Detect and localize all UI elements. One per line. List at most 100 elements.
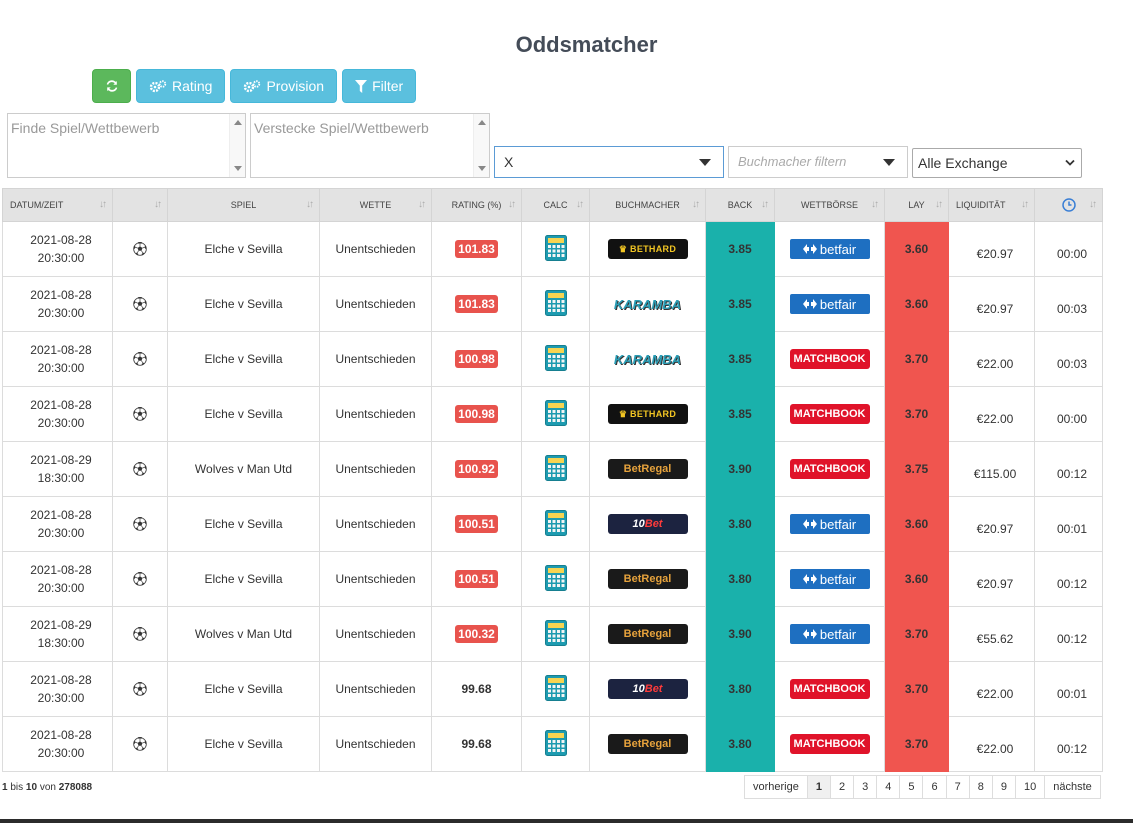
pagination-page-button[interactable]: 5 (899, 775, 924, 799)
bookmaker-cell[interactable]: KARAMBA (589, 331, 706, 387)
header-wettboerse[interactable]: Wettbörse ↓↑ (774, 188, 885, 222)
sort-icon: ↓↑ (692, 199, 700, 210)
calc-cell[interactable] (521, 661, 590, 717)
hide-game-textarea[interactable]: Verstecke Spiel/Wettbewerb (250, 113, 490, 178)
exchange-cell[interactable]: betfair (774, 606, 885, 662)
textarea-scrollbar[interactable] (229, 114, 245, 177)
table-row: 2021-08-28 20:30:00 Elche v Sevilla Unentsc… (2, 551, 1103, 607)
header-datum[interactable]: Datum/Zeit ↓↑ (2, 188, 113, 222)
calculator-icon (544, 344, 567, 371)
header-rating[interactable]: Rating (%) ↓↑ (431, 188, 522, 222)
back-odds-cell: 3.90 (705, 441, 775, 497)
calc-cell[interactable] (521, 716, 590, 772)
header-spiel[interactable]: Spiel ↓↑ (167, 188, 320, 222)
date-cell: 2021-08-28 20:30:00 (2, 661, 113, 717)
provision-button[interactable]: Provision (230, 69, 338, 103)
exchange-cell[interactable]: betfair (774, 551, 885, 607)
exchange-logo: MATCHBOOK (789, 679, 870, 699)
back-odds-cell: 3.90 (705, 606, 775, 662)
lay-odds-cell: 3.70 (884, 661, 949, 717)
filter-button[interactable]: Filter (342, 69, 417, 103)
bookmaker-cell[interactable]: KARAMBA (589, 276, 706, 332)
pagination-page-button[interactable]: 3 (853, 775, 878, 799)
pagination-prev-button[interactable]: vorherige (744, 775, 808, 799)
header-lay[interactable]: Lay ↓↑ (884, 188, 949, 222)
exchange-cell[interactable]: MATCHBOOK (774, 441, 885, 497)
pagination-page-button[interactable]: 1 (806, 775, 831, 799)
calc-cell[interactable] (521, 221, 590, 277)
age-cell: 00:12 (1034, 551, 1103, 607)
calc-cell[interactable] (521, 441, 590, 497)
calc-cell[interactable] (521, 331, 590, 387)
bet-cell: Unentschieden (319, 551, 432, 607)
rating-cell: 101.83 (431, 276, 522, 332)
pagination-page-button[interactable]: 4 (876, 775, 901, 799)
calc-cell[interactable] (521, 276, 590, 332)
bookmaker-filter-select[interactable]: Buchmacher filtern (728, 146, 908, 178)
bookmaker-logo: BetRegal (607, 624, 688, 644)
rating-badge: 100.51 (455, 570, 498, 588)
header-calc[interactable]: Calc ↓↑ (521, 188, 590, 222)
bookmaker-cell[interactable]: 10 Bet (589, 496, 706, 552)
calc-cell[interactable] (521, 386, 590, 442)
game-cell: Wolves v Man Utd (167, 606, 320, 662)
pagination-page-button[interactable]: 9 (991, 775, 1016, 799)
exchange-cell[interactable]: betfair (774, 276, 885, 332)
header-sport[interactable]: ↓↑ (112, 188, 168, 222)
header-liquiditaet[interactable]: Liquidität ↓↑ (948, 188, 1035, 222)
bookmaker-cell[interactable]: BetRegal (589, 441, 706, 497)
liquidity-cell: €22.00 (948, 386, 1035, 442)
pagination-next-button[interactable]: nächste (1044, 775, 1101, 799)
bookmaker-logo: ♛ BETHARD (607, 239, 688, 259)
exchange-cell[interactable]: betfair (774, 496, 885, 552)
exchange-cell[interactable]: MATCHBOOK (774, 661, 885, 717)
time-text: 20:30:00 (37, 526, 85, 540)
bet-type-select[interactable]: X (494, 146, 724, 178)
exchange-logo: MATCHBOOK (789, 349, 870, 369)
header-time[interactable]: ↓↑ (1034, 188, 1103, 222)
calc-cell[interactable] (521, 606, 590, 662)
game-cell: Elche v Sevilla (167, 331, 320, 387)
exchange-cell[interactable]: MATCHBOOK (774, 716, 885, 772)
bookmaker-cell[interactable]: BetRegal (589, 716, 706, 772)
bookmaker-logo: BetRegal (607, 734, 688, 754)
calc-cell[interactable] (521, 496, 590, 552)
betfair-arrows-icon (802, 519, 817, 529)
header-back[interactable]: Back ↓↑ (705, 188, 775, 222)
calc-cell[interactable] (521, 551, 590, 607)
date-text: 2021-08-28 (30, 288, 92, 302)
sport-cell (112, 331, 168, 387)
bookmaker-cell[interactable]: 10 Bet (589, 661, 706, 717)
pagination: vorherige 1 2 3 4 5 6 7 8 9 10 nächste (744, 775, 1101, 799)
find-game-textarea[interactable]: Finde Spiel/Wettbewerb (7, 113, 246, 178)
date-cell: 2021-08-28 20:30:00 (2, 386, 113, 442)
exchange-select[interactable]: Alle Exchange (912, 148, 1082, 178)
betfair-arrows-icon (802, 574, 817, 584)
pagination-page-button[interactable]: 2 (829, 775, 855, 799)
pagination-page-button[interactable]: 7 (945, 775, 970, 799)
bookmaker-logo: 10 Bet (607, 514, 688, 534)
rating-cell: 100.92 (431, 441, 522, 497)
header-buchmacher[interactable]: Buchmacher ↓↑ (589, 188, 706, 222)
exchange-cell[interactable]: MATCHBOOK (774, 386, 885, 442)
bookmaker-cell[interactable]: ♛ BETHARD (589, 221, 706, 277)
bookmaker-filter-placeholder: Buchmacher filtern (738, 154, 847, 169)
exchange-cell[interactable]: betfair (774, 221, 885, 277)
refresh-button[interactable] (92, 69, 131, 103)
exchange-cell[interactable]: MATCHBOOK (774, 331, 885, 387)
textarea-scrollbar[interactable] (473, 114, 489, 177)
game-cell: Elche v Sevilla (167, 221, 320, 277)
pagination-page-button[interactable]: 6 (922, 775, 947, 799)
bookmaker-cell[interactable]: ♛ BETHARD (589, 386, 706, 442)
bookmaker-cell[interactable]: BetRegal (589, 606, 706, 662)
header-wette[interactable]: Wette ↓↑ (319, 188, 432, 222)
pagination-page-button[interactable]: 10 (1014, 775, 1046, 799)
bookmaker-cell[interactable]: BetRegal (589, 551, 706, 607)
liquidity-cell: €55.62 (948, 606, 1035, 662)
pagination-page-button[interactable]: 8 (968, 775, 993, 799)
rating-button[interactable]: Rating (136, 69, 226, 103)
age-cell: 00:12 (1034, 441, 1103, 497)
game-cell: Elche v Sevilla (167, 496, 320, 552)
chevron-down-icon (883, 159, 895, 166)
liquidity-cell: €20.97 (948, 551, 1035, 607)
